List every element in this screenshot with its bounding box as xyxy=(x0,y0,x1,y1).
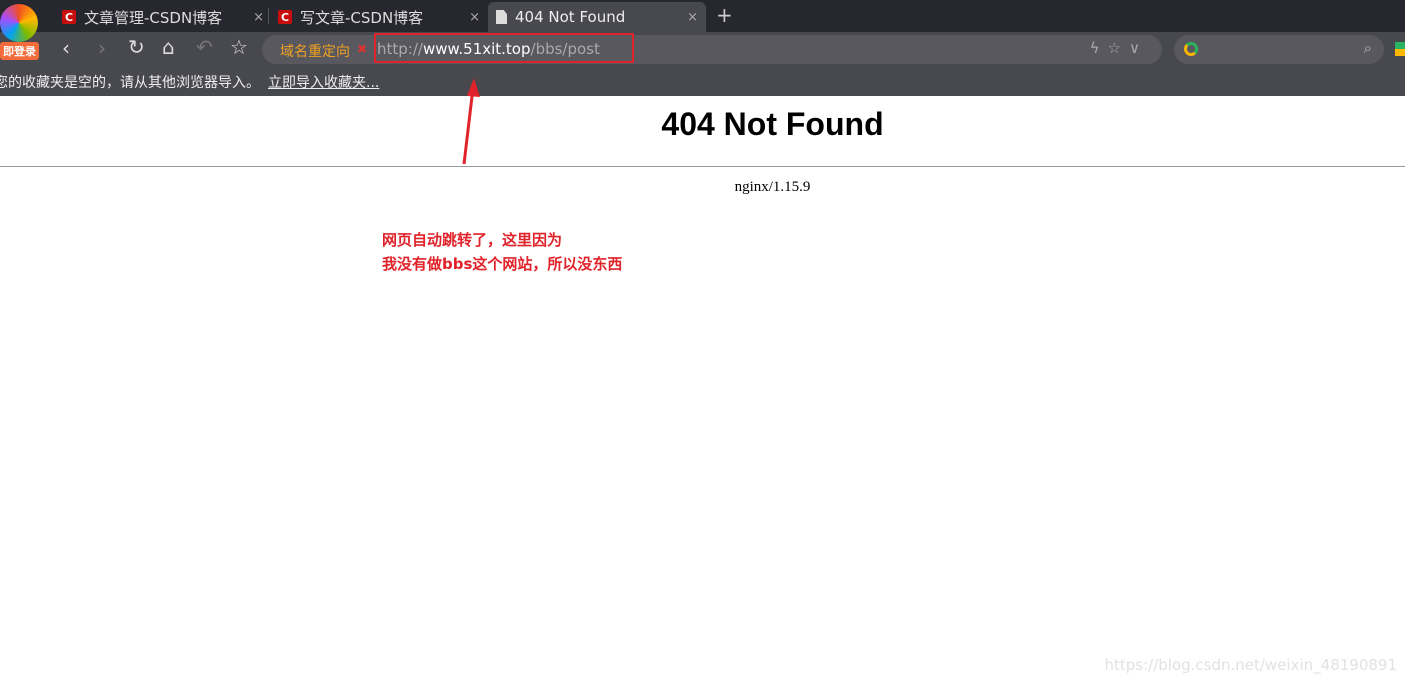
bookmark-star-icon[interactable]: ☆ xyxy=(230,35,248,59)
import-bookmarks-link[interactable]: 立即导入收藏夹... xyxy=(268,75,379,91)
chevron-down-icon[interactable]: ∨ xyxy=(1129,39,1148,57)
document-icon xyxy=(496,10,507,24)
watermark: https://blog.csdn.net/weixin_48190891 xyxy=(1104,656,1397,674)
reload-icon[interactable]: ↻ xyxy=(128,35,145,59)
server-signature: nginx/1.15.9 xyxy=(734,179,811,195)
close-tab-icon[interactable]: × xyxy=(253,10,264,25)
close-tab-icon[interactable]: × xyxy=(687,10,698,25)
search-icon[interactable]: ⌕ xyxy=(1364,39,1372,57)
csdn-icon: C xyxy=(62,10,76,24)
annotation-line: 网页自动跳转了，这里因为 xyxy=(382,231,563,249)
search-engine-icon xyxy=(1184,42,1198,56)
url-highlight-box xyxy=(374,33,634,63)
toolbar: ‹ › ↻ ⌂ ↶ ☆ 域名重定向 ✖ http://www.51xit.top… xyxy=(0,32,1405,66)
tab-title: 文章管理-CSDN博客 xyxy=(84,8,223,27)
browser-logo-icon[interactable] xyxy=(0,4,38,42)
annotation-line: 我没有做bbs这个网站，所以没东西 xyxy=(382,255,623,273)
tab-write-article[interactable]: C 写文章-CSDN博客 × xyxy=(270,2,488,32)
insecure-lock-icon: ✖ xyxy=(357,42,368,56)
redirect-label: 域名重定向 xyxy=(280,44,350,60)
new-tab-button[interactable]: + xyxy=(716,3,733,27)
login-badge[interactable]: 即登录 xyxy=(0,42,39,60)
page-title: 404 Not Found xyxy=(661,106,884,142)
bookmarks-bar: 您的收藏夹是空的，请从其他浏览器导入。 立即导入收藏夹... xyxy=(0,66,1405,96)
tab-bar: C 文章管理-CSDN博客 × C 写文章-CSDN博客 × 404 Not Found… xyxy=(0,0,1405,32)
search-box[interactable]: ⌕ xyxy=(1174,35,1384,64)
divider xyxy=(0,166,1405,167)
bookmarks-empty-message: 您的收藏夹是空的，请从其他浏览器导入。 xyxy=(0,75,260,91)
close-tab-icon[interactable]: × xyxy=(469,10,480,25)
annotation-arrow xyxy=(462,78,480,165)
back-icon[interactable]: ‹ xyxy=(62,36,70,60)
star-icon[interactable]: ☆ xyxy=(1108,39,1129,57)
annotation-note: 网页自动跳转了，这里因为 我没有做bbs这个网站，所以没东西 xyxy=(382,228,622,276)
forward-icon[interactable]: › xyxy=(98,36,106,60)
apps-icon[interactable] xyxy=(1395,42,1405,56)
undo-icon[interactable]: ↶ xyxy=(196,35,213,59)
tab-title: 404 Not Found xyxy=(515,8,626,26)
tab-article-management[interactable]: C 文章管理-CSDN博客 × xyxy=(54,2,272,32)
csdn-icon: C xyxy=(278,10,292,24)
tab-title: 写文章-CSDN博客 xyxy=(300,8,424,27)
home-icon[interactable]: ⌂ xyxy=(162,35,175,59)
tab-404[interactable]: 404 Not Found × xyxy=(488,2,706,32)
tab-divider xyxy=(268,8,269,24)
address-actions: ϟ☆∨ xyxy=(1090,39,1148,57)
lightning-icon[interactable]: ϟ xyxy=(1090,39,1108,57)
